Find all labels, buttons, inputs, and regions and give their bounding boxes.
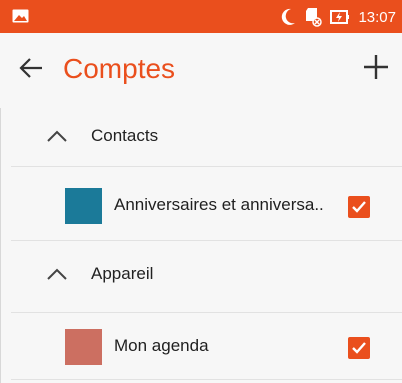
status-time: 13:07 [358, 8, 396, 26]
group-label: Contacts [91, 126, 159, 145]
sd-card-icon [306, 8, 323, 27]
status-bar: 13:07 [0, 0, 402, 33]
plus-icon[interactable] [362, 53, 390, 81]
divider [11, 379, 402, 380]
group-header-appareil[interactable]: Appareil [1, 246, 402, 304]
calendar-row-mon-agenda[interactable]: Mon agenda [1, 315, 402, 379]
divider [11, 312, 402, 313]
calendar-color-swatch [65, 329, 102, 365]
chevron-up-icon [47, 268, 67, 280]
divider [11, 166, 402, 167]
calendar-row-anniversaires[interactable]: Anniversaires et anniversa.. [1, 174, 402, 238]
calendar-label: Mon agenda [114, 336, 209, 355]
group-label: Appareil [91, 264, 154, 283]
arrow-left-icon[interactable] [18, 55, 44, 81]
divider [11, 240, 402, 241]
check-icon [352, 201, 366, 213]
image-icon [12, 9, 29, 23]
status-icons: 13:07 [280, 6, 396, 28]
battery-charging-icon [330, 10, 350, 24]
calendar-visible-checkbox[interactable] [348, 196, 370, 218]
accounts-list: Contacts Anniversaires et anniversa.. Ap… [0, 108, 402, 383]
group-header-contacts[interactable]: Contacts [1, 108, 402, 166]
calendar-color-swatch [65, 188, 102, 224]
calendar-visible-checkbox[interactable] [348, 337, 370, 359]
chevron-up-icon [47, 130, 67, 142]
check-icon [352, 342, 366, 354]
calendar-label: Anniversaires et anniversa.. [114, 195, 324, 214]
page-title: Comptes [63, 53, 176, 84]
moon-icon [282, 8, 296, 25]
toolbar: Comptes [0, 33, 402, 108]
